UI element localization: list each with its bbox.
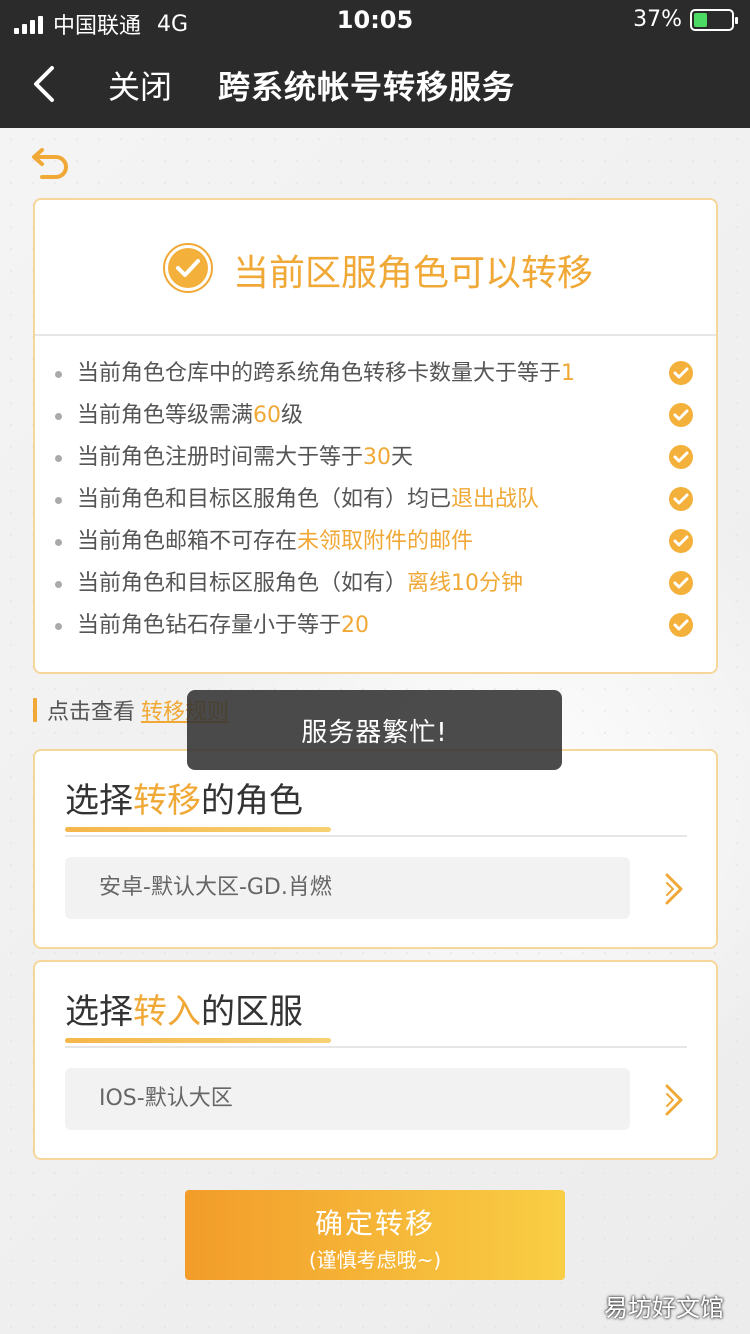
confirm-transfer-button[interactable]: 确定转移 (谨慎考虑哦~) [185,1190,565,1280]
chevron-right-icon[interactable] [663,1082,685,1118]
requirement-text: 当前角色邮箱不可存在 [77,529,298,554]
requirement-item: 当前角色和目标区服角色（如有）均已退出战队 [35,484,716,526]
divider [65,835,687,837]
role-select-title: 选择转移的角色 [65,773,303,822]
server-select-field[interactable]: IOS-默认大区 [65,1068,630,1130]
server-title-highlight: 转入 [133,992,201,1032]
eligibility-title: 当前区服角色可以转移 [233,253,594,294]
requirement-item: 当前角色仓库中的跨系统角色转移卡数量大于等于1 [35,358,716,400]
requirement-text: 当前角色仓库中的跨系统角色转移卡数量大于等于 [77,361,562,386]
requirement-suffix: 级 [281,403,304,428]
requirement-list: 当前角色仓库中的跨系统角色转移卡数量大于等于1 当前角色等级需满60级 当前角色注册… [35,336,716,652]
requirement-item: 当前角色邮箱不可存在未领取附件的邮件 [35,526,716,568]
close-button[interactable]: 关闭 [108,62,172,108]
watermark: 易坊好文馆 [604,1294,724,1322]
chevron-left-icon[interactable] [28,62,68,106]
server-select-title: 选择转入的区服 [65,984,303,1033]
check-circle-icon [669,487,693,511]
role-title-pre: 选择 [65,781,133,821]
check-circle-icon [669,613,693,637]
check-circle-icon [669,571,693,595]
requirement-highlight: 1 [561,361,576,386]
eligibility-card: 当前区服角色可以转移 当前角色仓库中的跨系统角色转移卡数量大于等于1 当前角色等级… [33,198,718,674]
title-underline [65,827,331,832]
requirement-text: 当前角色和目标区服角色（如有）均已 [77,487,452,512]
status-bar: 中国联通 4G 10:05 37% [0,0,750,40]
requirement-text: 当前角色和目标区服角色（如有） [77,571,408,596]
check-circle-icon [669,529,693,553]
server-title-post: 的区服 [201,992,303,1032]
title-underline [65,1038,331,1043]
page-title: 跨系统帐号转移服务 [218,68,516,106]
requirement-suffix: 天 [391,445,414,470]
role-select-card: 选择转移的角色 安卓-默认大区-GD.肖燃 [33,749,718,949]
requirement-highlight: 20 [341,613,370,638]
battery-level [694,12,708,27]
return-icon[interactable] [30,146,72,182]
requirement-highlight: 60 [253,403,282,428]
requirement-item: 当前角色钻石存量小于等于20 [35,610,716,652]
status-bar-right: 37% [633,7,738,32]
requirement-text: 当前角色钻石存量小于等于 [77,613,342,638]
role-title-post: 的角色 [201,781,303,821]
requirement-highlight: 未领取附件的邮件 [297,529,474,554]
requirement-text: 当前角色注册时间需大于等于 [77,445,364,470]
check-circle-icon [163,243,213,293]
confirm-label: 确定转移 [314,1207,435,1240]
check-circle-icon [669,403,693,427]
rules-marker [33,698,37,722]
confirm-sublabel: (谨慎考虑哦~) [308,1248,442,1272]
requirement-item: 当前角色注册时间需大于等于30天 [35,442,716,484]
role-title-highlight: 转移 [133,781,201,821]
chevron-right-icon[interactable] [663,871,685,907]
eligibility-header: 当前区服角色可以转移 [35,200,716,336]
toast-message: 服务器繁忙! [187,690,562,770]
check-circle-icon [669,361,693,385]
server-select-card: 选择转入的区服 IOS-默认大区 [33,960,718,1160]
server-title-pre: 选择 [65,992,133,1032]
requirement-highlight: 退出战队 [451,487,540,512]
battery-percent: 37% [633,7,682,32]
requirement-item: 当前角色等级需满60级 [35,400,716,442]
check-circle-icon [669,445,693,469]
requirement-item: 当前角色和目标区服角色（如有）离线10分钟 [35,568,716,610]
divider [65,1046,687,1048]
requirement-highlight: 离线10分钟 [407,571,524,596]
requirement-highlight: 30 [363,445,392,470]
rules-prefix: 点击查看 [47,700,136,725]
battery-icon [690,8,738,31]
nav-bar: 关闭 跨系统帐号转移服务 [0,40,750,128]
requirement-text: 当前角色等级需满 [77,403,254,428]
role-select-field[interactable]: 安卓-默认大区-GD.肖燃 [65,857,630,919]
